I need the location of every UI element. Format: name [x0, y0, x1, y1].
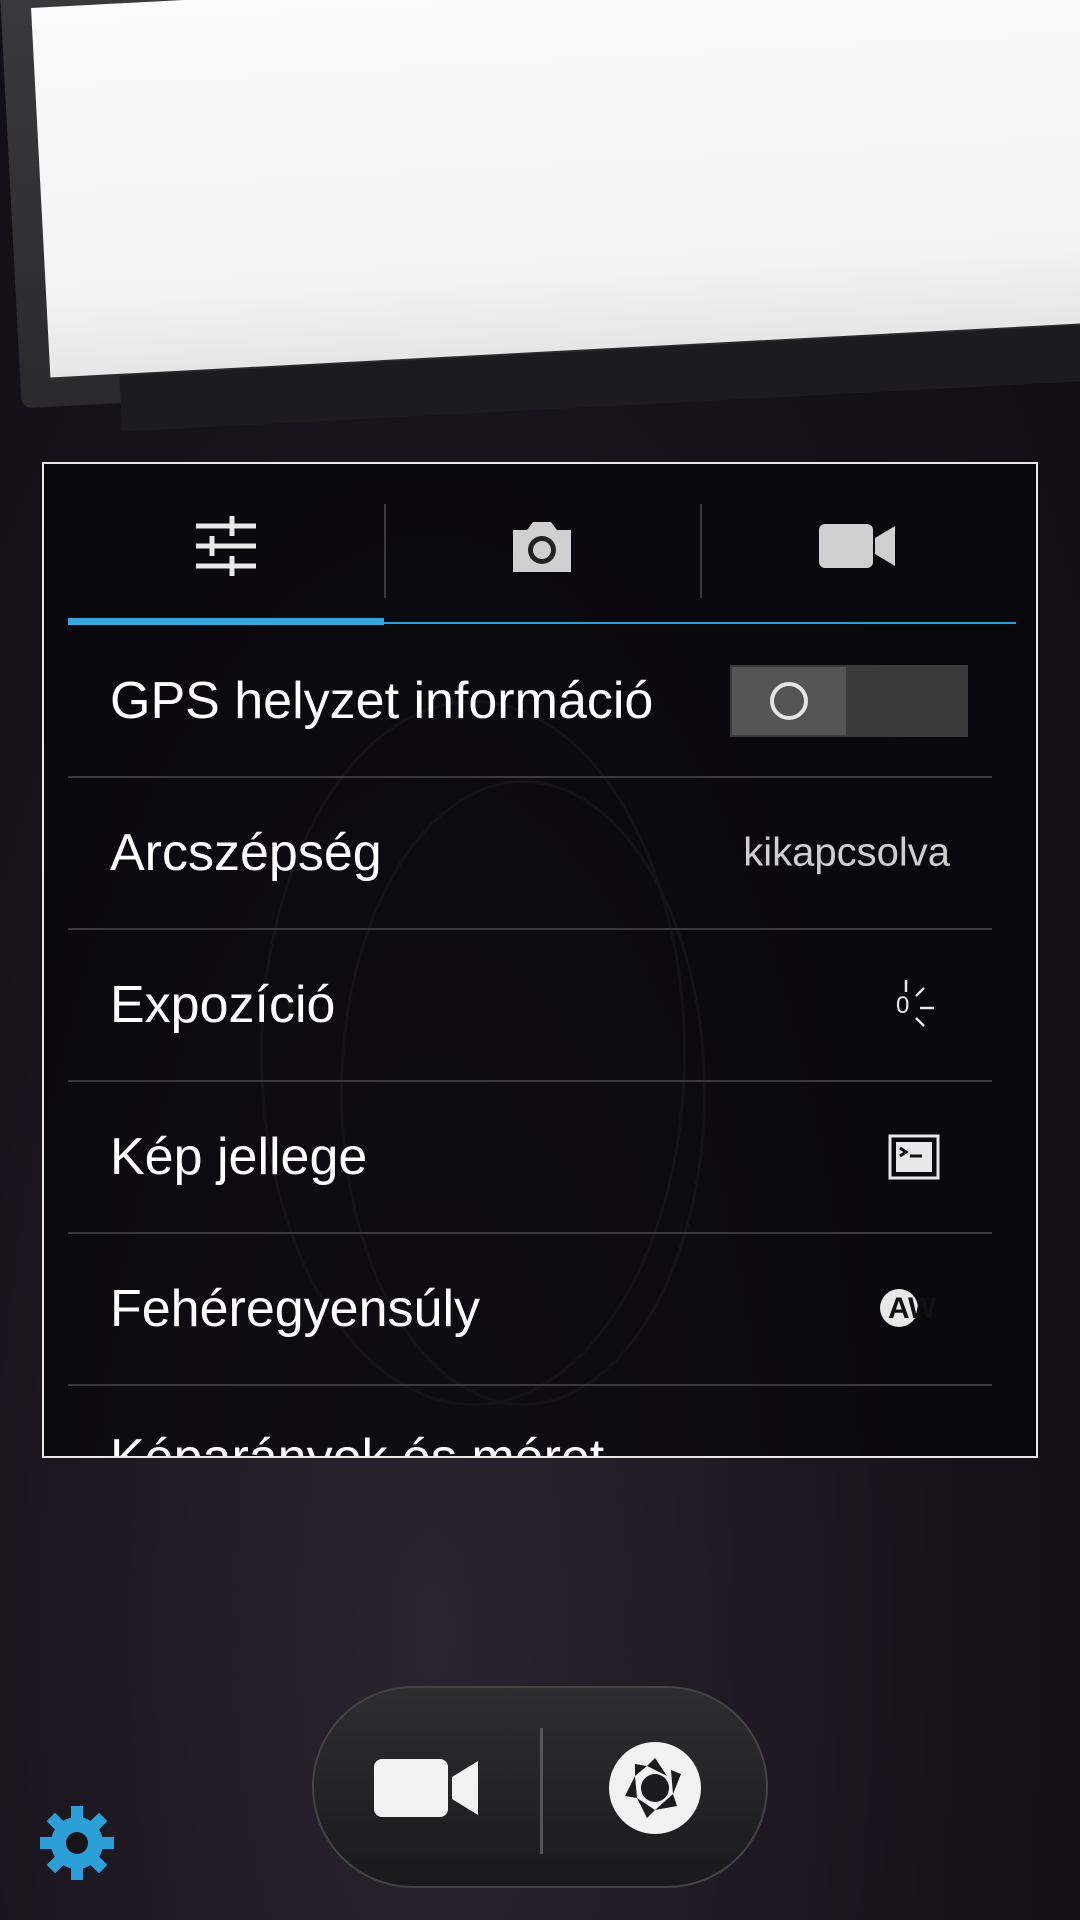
tab-photo[interactable] [384, 504, 700, 598]
video-camera-icon [819, 524, 895, 568]
setting-value: kikapcsolva [743, 830, 950, 875]
gear-icon[interactable] [40, 1806, 114, 1880]
viewfinder-screen [31, 0, 1080, 378]
settings-list: GPS helyzet információ Arcszépség kikapc… [68, 626, 992, 1386]
active-tab-indicator [68, 618, 384, 625]
scene-mode-icon [888, 1134, 940, 1180]
white-balance-value: AW [888, 1292, 937, 1325]
tab-video[interactable] [700, 504, 1016, 598]
toggle-knob [732, 667, 846, 735]
setting-label: Fehéregyensúly [110, 1280, 480, 1338]
setting-gps[interactable]: GPS helyzet információ [68, 626, 992, 778]
setting-label: Kép jellege [110, 1128, 368, 1186]
setting-scene[interactable]: Kép jellege [68, 1082, 992, 1234]
camera-settings-panel: GPS helyzet információ Arcszépség kikapc… [42, 462, 1038, 1458]
setting-white-balance[interactable]: Fehéregyensúly AW [68, 1234, 992, 1386]
setting-label: GPS helyzet információ [110, 672, 654, 730]
setting-exposure[interactable]: Expozíció 0 [68, 930, 992, 1082]
exposure-value: 0 [896, 992, 910, 1019]
video-camera-icon [374, 1759, 478, 1817]
record-video-button[interactable] [314, 1688, 540, 1888]
tab-general[interactable] [68, 504, 384, 588]
setting-partial-next[interactable]: Képarányok és méret [110, 1428, 605, 1458]
exposure-icon: 0 [892, 978, 940, 1032]
shutter-button[interactable] [542, 1688, 768, 1888]
setting-label: Arcszépség [110, 824, 382, 882]
setting-label: Képarányok és méret [110, 1429, 605, 1458]
setting-beauty[interactable]: Arcszépség kikapcsolva [68, 778, 992, 930]
shutter-icon [609, 1742, 701, 1834]
camera-icon [513, 522, 571, 572]
settings-tabs [68, 504, 1016, 598]
sliders-icon [196, 516, 256, 576]
setting-label: Expozíció [110, 976, 336, 1034]
white-balance-icon: AW [880, 1289, 944, 1329]
gps-toggle[interactable] [730, 665, 968, 737]
capture-controls [312, 1686, 768, 1888]
